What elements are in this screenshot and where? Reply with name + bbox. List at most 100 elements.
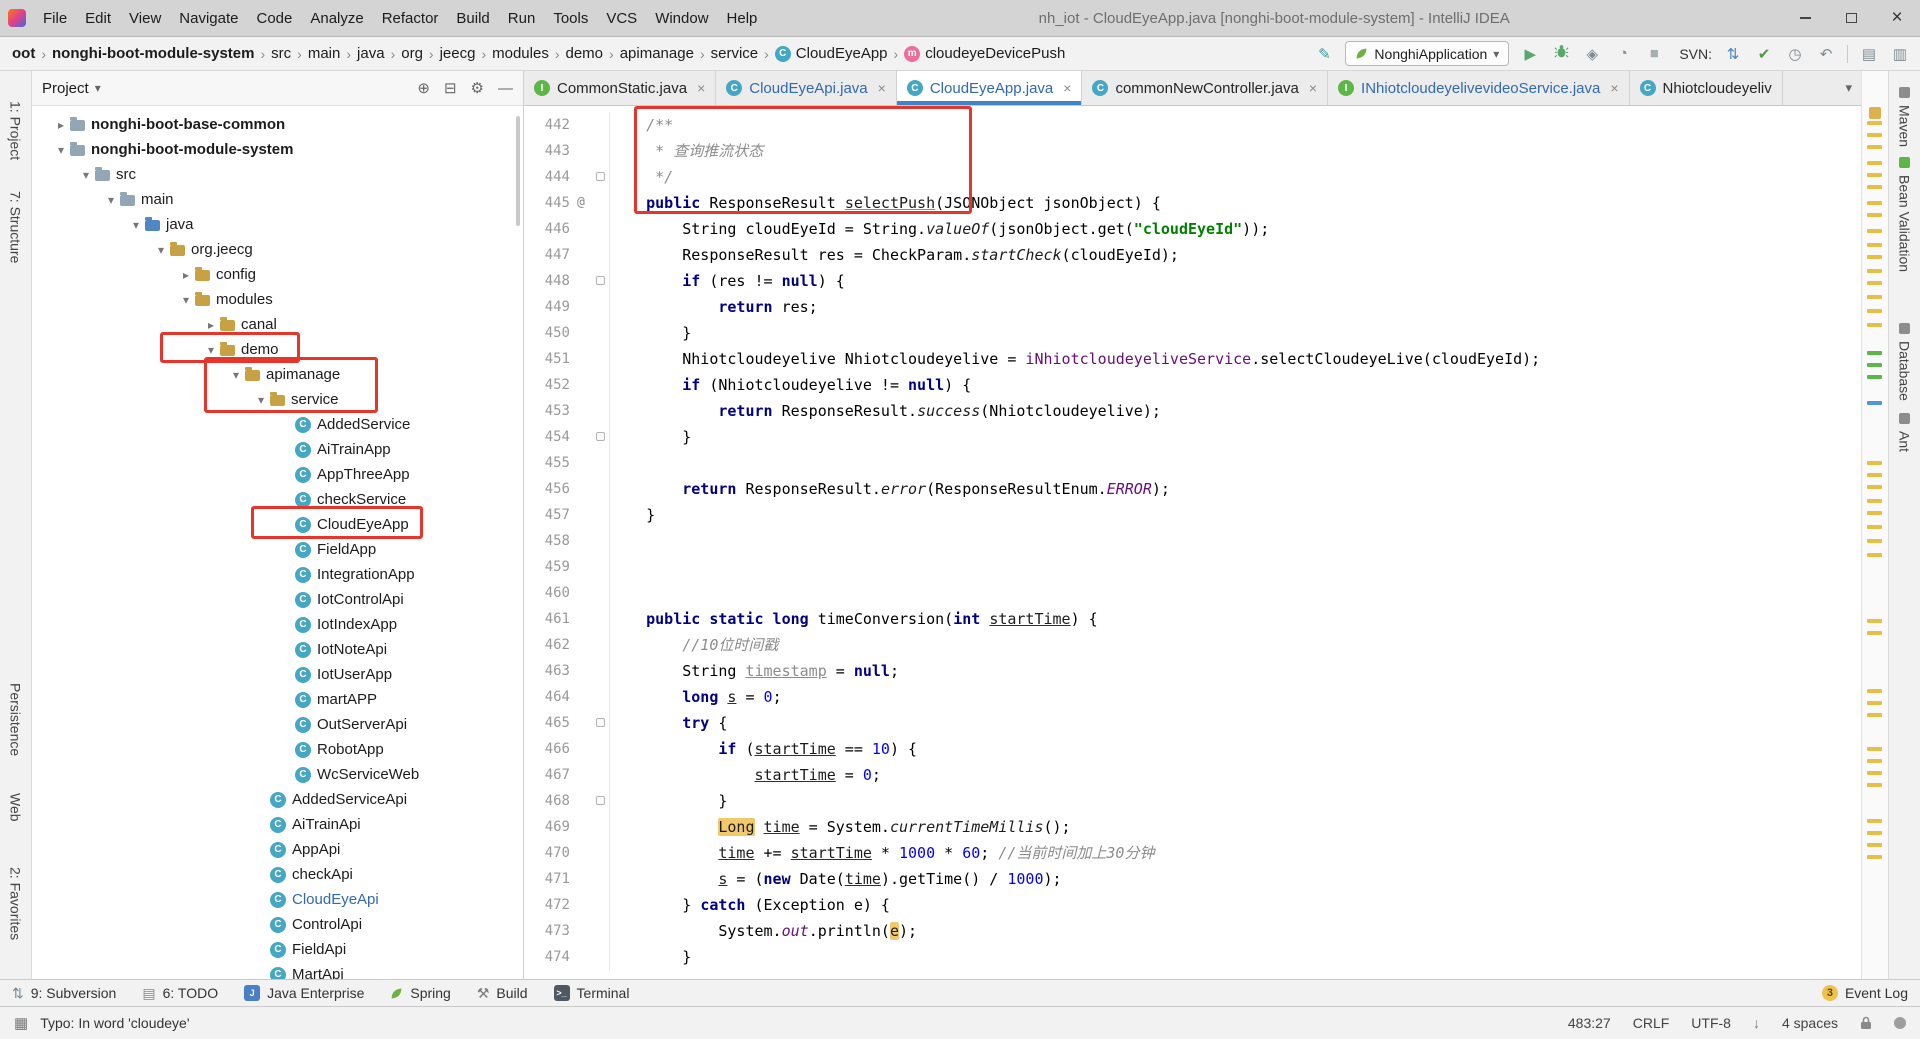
tab-cloudeyeapp-java[interactable]: C CloudEyeApp.java × <box>896 71 1083 105</box>
vcs-history-button[interactable]: ◷ <box>1785 45 1805 63</box>
tree-item-iotcontrolapi[interactable]: C IotControlApi <box>32 587 523 612</box>
menu-help[interactable]: Help <box>718 10 767 27</box>
code-line-464[interactable]: 464 long s = 0; <box>524 684 1861 710</box>
code-line-447[interactable]: 447 ResponseResult res = CheckParam.star… <box>524 242 1861 268</box>
vcs-update-button[interactable]: ⇅ <box>1723 45 1743 63</box>
menu-navigate[interactable]: Navigate <box>170 10 247 27</box>
run-button[interactable]: ▶ <box>1520 45 1540 63</box>
code-line-458[interactable]: 458 <box>524 528 1861 554</box>
breadcrumb-item-main[interactable]: main <box>306 45 343 62</box>
tree-item-src[interactable]: ▾ src <box>32 162 523 187</box>
changes-list-icon[interactable]: ▤ <box>1859 45 1879 63</box>
code-line-451[interactable]: 451 Nhiotcloudeyelive Nhiotcloudeyelive … <box>524 346 1861 372</box>
code-area[interactable]: 442 /** 443 * 查询推流状态 444 */445 @ public Res… <box>524 106 1861 979</box>
code-line-452[interactable]: 452 if (Nhiotcloudeyelive != null) { <box>524 372 1861 398</box>
vcs-commit-button[interactable]: ✔ <box>1754 45 1774 63</box>
tool-button-java-enterprise[interactable]: J Java Enterprise <box>244 985 364 1001</box>
run-configuration-select[interactable]: NonghiApplication ▾ <box>1345 41 1510 66</box>
tree-item-martapi[interactable]: C MartApi <box>32 962 523 979</box>
tree-item-integrationapp[interactable]: C IntegrationApp <box>32 562 523 587</box>
indent-info[interactable]: 4 spaces <box>1782 1015 1838 1031</box>
tree-item-org-jeecg[interactable]: ▾ org.jeecg <box>32 237 523 262</box>
hide-panel-icon[interactable]: — <box>498 80 513 97</box>
tab-commonstatic-java[interactable]: I CommonStatic.java × <box>524 71 717 105</box>
collapse-all-icon[interactable]: ⊟ <box>444 79 457 97</box>
code-line-460[interactable]: 460 <box>524 580 1861 606</box>
tree-item-aitrainapp[interactable]: C AiTrainApp <box>32 437 523 462</box>
tab-nhiotcloudeyeliv[interactable]: C Nhiotcloudeyeliv <box>1630 71 1783 105</box>
menu-analyze[interactable]: Analyze <box>301 10 372 27</box>
code-line-450[interactable]: 450 } <box>524 320 1861 346</box>
window-layout-icon[interactable]: ▥ <box>1890 45 1910 63</box>
tree-item-java[interactable]: ▾ java <box>32 212 523 237</box>
menu-refactor[interactable]: Refactor <box>373 10 448 27</box>
code-line-453[interactable]: 453 return ResponseResult.success(Nhiotc… <box>524 398 1861 424</box>
close-icon[interactable]: × <box>697 80 705 96</box>
tree-item-cloudeyeapp[interactable]: C CloudEyeApp <box>32 512 523 537</box>
tool-button-7-structure[interactable]: 7: Structure <box>8 191 24 263</box>
caret-position[interactable]: 483:27 <box>1568 1015 1611 1031</box>
tree-item-wcserviceweb[interactable]: C WcServiceWeb <box>32 762 523 787</box>
tree-item-iotindexapp[interactable]: C IotIndexApp <box>32 612 523 637</box>
tree-down-arrow-icon[interactable]: ▾ <box>227 368 245 382</box>
tree-down-arrow-icon[interactable]: ▾ <box>177 293 195 307</box>
breadcrumb-item-demo[interactable]: demo <box>564 45 606 62</box>
menu-tools[interactable]: Tools <box>544 10 597 27</box>
tree-item-modules[interactable]: ▾ modules <box>32 287 523 312</box>
fold-marker-icon[interactable] <box>596 432 605 441</box>
tool-button-subversion[interactable]: ⇅ 9: Subversion <box>12 985 116 1002</box>
tree-item-outserverapi[interactable]: C OutServerApi <box>32 712 523 737</box>
tool-button-1-project[interactable]: 1: Project <box>8 101 24 160</box>
menu-edit[interactable]: Edit <box>76 10 120 27</box>
project-scrollbar[interactable] <box>516 116 520 226</box>
close-icon[interactable]: × <box>1309 80 1317 96</box>
tree-item-addedserviceapi[interactable]: C AddedServiceApi <box>32 787 523 812</box>
code-line-467[interactable]: 467 startTime = 0; <box>524 762 1861 788</box>
code-line-457[interactable]: 457 } <box>524 502 1861 528</box>
locate-icon[interactable]: ⊕ <box>417 79 430 97</box>
tool-button-database[interactable]: Database <box>1889 323 1920 401</box>
vcs-rollback-button[interactable]: ↶ <box>1816 45 1836 63</box>
tool-button-spring[interactable]: Spring <box>390 985 451 1001</box>
chevron-down-icon[interactable]: ▾ <box>95 81 101 95</box>
tree-down-arrow-icon[interactable]: ▾ <box>102 193 120 207</box>
tool-button-terminal[interactable]: >_ Terminal <box>553 985 629 1001</box>
code-line-470[interactable]: 470 time += startTime * 1000 * 60; //当前时… <box>524 840 1861 866</box>
tab-list-chevron-icon[interactable]: ▾ <box>1836 80 1861 96</box>
maximize-button[interactable] <box>1828 0 1874 36</box>
inspection-indicator[interactable] <box>1869 107 1881 119</box>
code-line-456[interactable]: 456 return ResponseResult.error(Response… <box>524 476 1861 502</box>
fold-marker-icon[interactable] <box>596 718 605 727</box>
code-line-442[interactable]: 442 /** <box>524 112 1861 138</box>
coverage-button[interactable]: ◈ <box>1582 45 1602 63</box>
menu-code[interactable]: Code <box>247 10 301 27</box>
breadcrumb-item-java[interactable]: java <box>355 45 387 62</box>
fold-marker-icon[interactable] <box>596 172 605 181</box>
close-icon[interactable]: × <box>1063 80 1071 96</box>
code-line-445[interactable]: 445 @ public ResponseResult selectPush(JS… <box>524 190 1861 216</box>
tree-item-demo[interactable]: ▾ demo <box>32 337 523 362</box>
menu-vcs[interactable]: VCS <box>597 10 646 27</box>
tool-window-switcher-icon[interactable]: ▦ <box>14 1014 28 1032</box>
tool-button-todo[interactable]: ▤ 6: TODO <box>142 985 218 1002</box>
code-line-448[interactable]: 448 if (res != null) { <box>524 268 1861 294</box>
code-line-444[interactable]: 444 */ <box>524 164 1861 190</box>
tree-right-arrow-icon[interactable]: ▸ <box>52 118 70 132</box>
menu-build[interactable]: Build <box>447 10 498 27</box>
menu-run[interactable]: Run <box>499 10 545 27</box>
tool-button-web[interactable]: Web <box>8 793 24 822</box>
encoding[interactable]: UTF-8 <box>1691 1015 1731 1031</box>
project-panel-title[interactable]: Project <box>42 80 89 97</box>
code-line-462[interactable]: 462 //10位时间戳 <box>524 632 1861 658</box>
tree-down-arrow-icon[interactable]: ▾ <box>77 168 95 182</box>
code-line-443[interactable]: 443 * 查询推流状态 <box>524 138 1861 164</box>
tool-button-persistence[interactable]: Persistence <box>8 683 24 756</box>
breadcrumb-item-cloudeyedevicepush[interactable]: m cloudeyeDevicePush <box>902 45 1067 62</box>
profiler-button[interactable]: ◔ <box>1613 45 1633 62</box>
breadcrumb-item-jeecg[interactable]: jeecg <box>438 45 478 62</box>
breadcrumb-item-cloudeyeapp[interactable]: C CloudEyeApp <box>773 45 890 62</box>
menu-file[interactable]: File <box>34 10 76 27</box>
tree-item-canal[interactable]: ▸ canal <box>32 312 523 337</box>
debug-button[interactable] <box>1551 44 1571 63</box>
tree-item-nonghi-boot-module-system[interactable]: ▾ nonghi-boot-module-system <box>32 137 523 162</box>
